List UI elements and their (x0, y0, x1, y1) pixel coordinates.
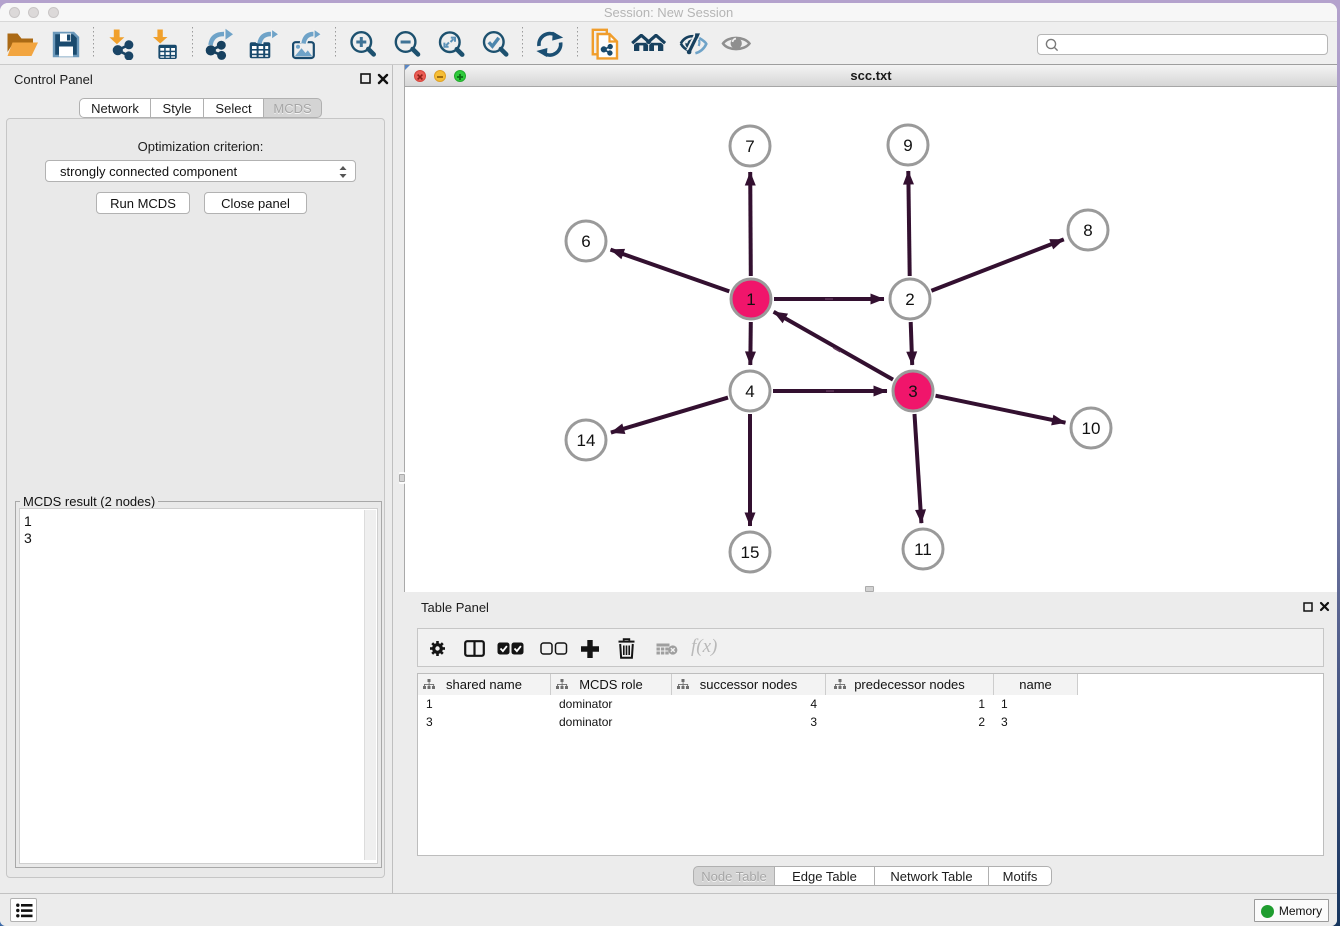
svg-text:3: 3 (908, 382, 917, 401)
svg-text:15: 15 (741, 543, 760, 562)
svg-text:1: 1 (746, 290, 755, 309)
svg-text:14: 14 (577, 431, 596, 450)
svg-text:2: 2 (905, 290, 914, 309)
svg-text:8: 8 (1083, 221, 1092, 240)
svg-text:11: 11 (914, 540, 932, 559)
svg-text:9: 9 (903, 136, 912, 155)
svg-text:6: 6 (581, 232, 590, 251)
svg-text:7: 7 (745, 137, 754, 156)
svg-text:4: 4 (745, 382, 754, 401)
svg-text:10: 10 (1082, 419, 1101, 438)
